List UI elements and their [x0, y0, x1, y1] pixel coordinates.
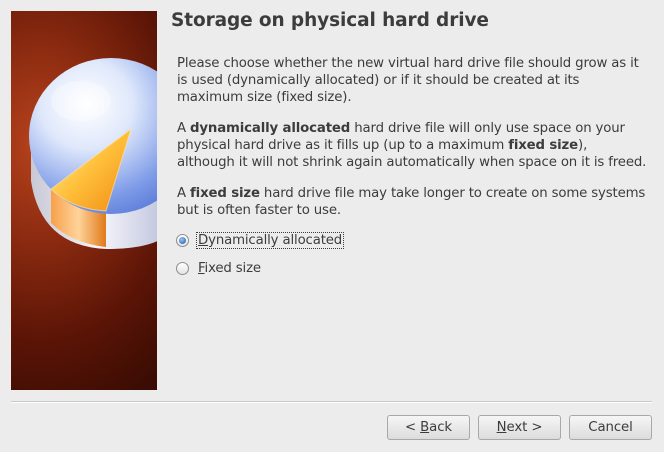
- page-title: Storage on physical hard drive: [171, 10, 489, 31]
- button-separator: [11, 401, 652, 403]
- fixed-size-label[interactable]: Fixed size: [197, 261, 262, 276]
- back-button[interactable]: < Back: [387, 415, 470, 440]
- next-button[interactable]: Next >: [478, 415, 561, 440]
- fixed-size-option[interactable]: Fixed size: [176, 258, 262, 278]
- intro-paragraph: Please choose whether the new virtual ha…: [177, 56, 639, 105]
- dynamically-allocated-radio[interactable]: [176, 233, 189, 247]
- dynamic-description-paragraph: A dynamically allocated hard drive file …: [177, 121, 647, 170]
- cancel-button[interactable]: Cancel: [569, 415, 652, 440]
- dynamically-allocated-option[interactable]: Dynamically allocated: [176, 230, 345, 250]
- create-virtual-disk-dialog: Storage on physical hard drive Please ch…: [0, 0, 664, 452]
- pie-chart-disk-image: [11, 11, 157, 390]
- dynamically-allocated-label[interactable]: Dynamically allocated: [195, 231, 345, 249]
- fixed-size-radio[interactable]: [176, 261, 189, 275]
- fixed-description-paragraph: A fixed size hard drive file may take lo…: [177, 186, 646, 218]
